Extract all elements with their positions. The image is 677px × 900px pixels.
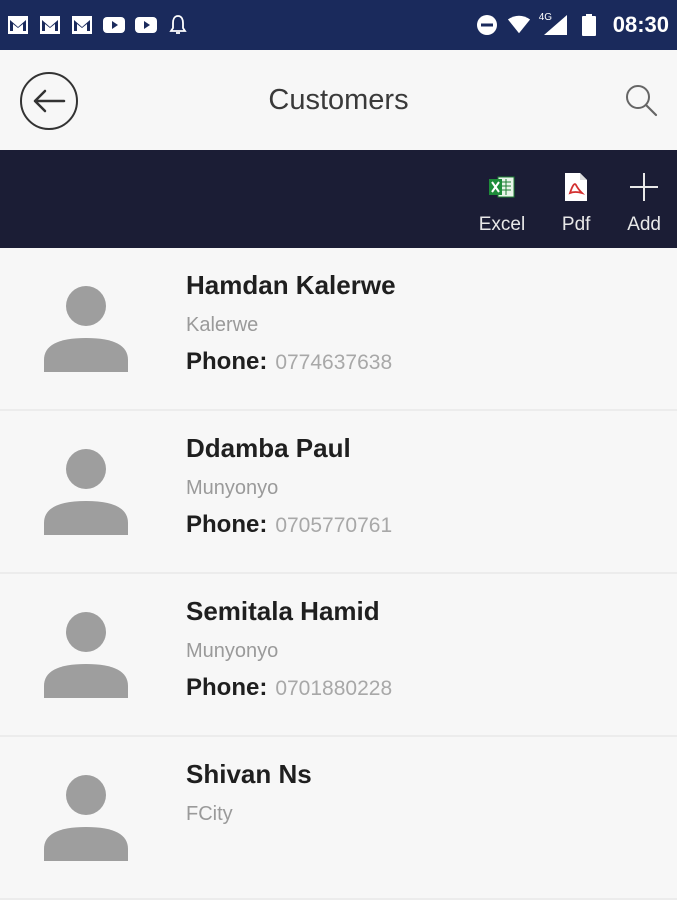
customer-phone: Phone: 0701880228 xyxy=(186,674,392,702)
status-bar: 4G 08:30 xyxy=(0,0,677,50)
list-item[interactable]: Hamdan Kalerwe Kalerwe Phone: 0774637638 xyxy=(0,248,677,411)
add-customer-button[interactable]: Add xyxy=(627,172,661,236)
gmail-icon xyxy=(70,14,94,36)
list-item[interactable]: Ddamba Paul Munyonyo Phone: 0705770761 xyxy=(0,411,677,574)
youtube-icon xyxy=(102,14,126,36)
customer-name: Semitala Hamid xyxy=(186,596,380,626)
excel-icon xyxy=(487,172,517,202)
signal-icon: 4G xyxy=(538,12,569,36)
customer-area: FCity xyxy=(186,803,233,825)
excel-label: Excel xyxy=(478,214,526,235)
pdf-label: Pdf xyxy=(561,214,591,235)
avatar-icon xyxy=(44,449,128,535)
phone-value: 0705770761 xyxy=(275,514,393,537)
customer-area: Munyonyo xyxy=(186,640,279,662)
avatar-icon xyxy=(44,286,128,372)
clock: 08:30 xyxy=(612,12,669,37)
list-item[interactable]: Semitala Hamid Munyonyo Phone: 0701880228 xyxy=(0,574,677,737)
customer-phone: Phone: 0705770761 xyxy=(186,511,392,539)
phone-label: Phone: xyxy=(186,511,268,538)
action-toolbar: Excel Pdf Add xyxy=(0,150,677,248)
page-title: Customers xyxy=(268,83,409,116)
phone-label: Phone: xyxy=(186,348,268,375)
add-label: Add xyxy=(627,214,661,235)
export-pdf-button[interactable]: Pdf xyxy=(561,172,591,236)
customer-list: Hamdan Kalerwe Kalerwe Phone: 0774637638 … xyxy=(0,248,677,900)
app-bar: Customers xyxy=(0,50,677,150)
pdf-icon xyxy=(561,172,591,202)
bell-icon xyxy=(166,14,190,36)
list-item[interactable]: Shivan Ns FCity xyxy=(0,737,677,900)
plus-icon xyxy=(629,172,659,202)
avatar-icon xyxy=(44,612,128,698)
phone-label: Phone: xyxy=(186,674,268,701)
back-button[interactable] xyxy=(20,72,78,130)
gmail-icon xyxy=(6,14,30,36)
battery-icon xyxy=(577,14,601,36)
system-icons: 4G 08:30 xyxy=(475,12,669,38)
search-button[interactable] xyxy=(623,82,659,118)
customer-area: Munyonyo xyxy=(186,477,279,499)
phone-value: 0774637638 xyxy=(275,351,393,374)
notification-icons xyxy=(6,14,190,36)
export-excel-button[interactable]: Excel xyxy=(479,172,525,236)
avatar-icon xyxy=(44,775,128,861)
arrow-left-icon xyxy=(33,89,66,113)
customer-area: Kalerwe xyxy=(186,314,259,336)
phone-value: 0701880228 xyxy=(275,677,393,700)
youtube-icon xyxy=(134,14,158,36)
do-not-disturb-icon xyxy=(475,14,499,36)
search-icon xyxy=(626,85,658,117)
customer-phone: Phone: 0774637638 xyxy=(186,348,392,376)
gmail-icon xyxy=(38,14,62,36)
network-type: 4G xyxy=(538,12,553,23)
customer-name: Ddamba Paul xyxy=(186,433,351,463)
wifi-icon xyxy=(507,14,531,36)
customer-name: Hamdan Kalerwe xyxy=(186,270,396,300)
customer-name: Shivan Ns xyxy=(186,759,312,789)
